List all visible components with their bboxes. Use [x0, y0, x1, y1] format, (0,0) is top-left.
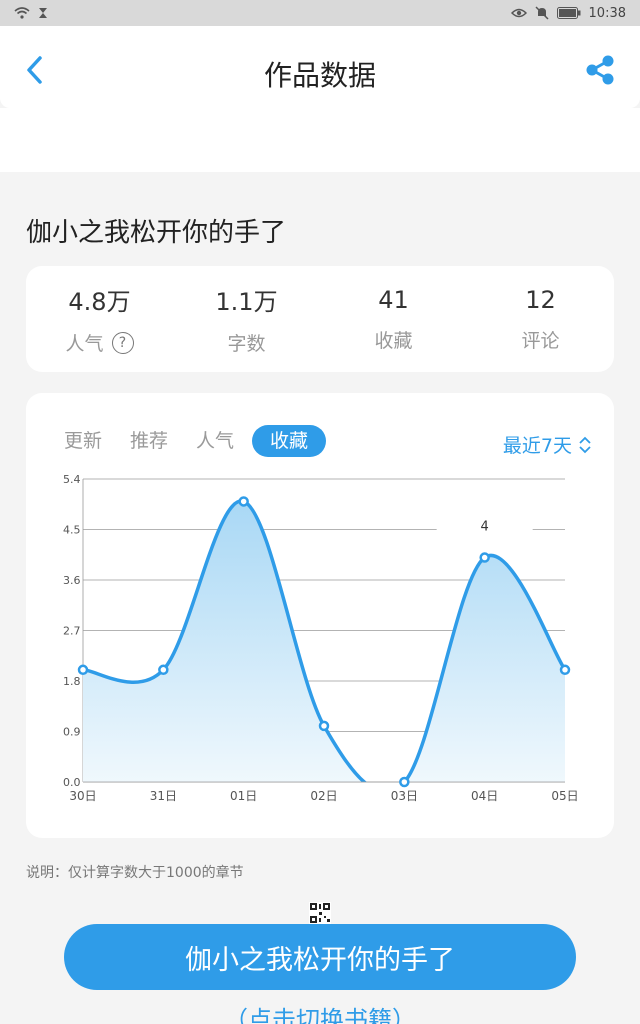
favorites-chart: 5.4 4.5 3.6 2.7 1.8 0.9 0.030日 31日 01日 02日 03日 04日 0… [63, 473, 579, 803]
y-tick-label: 0.9 [63, 726, 81, 739]
data-point [479, 552, 490, 563]
chart-tabs: 更新 推荐 人气 收藏 [54, 425, 327, 457]
y-tick-label: 5.4 [63, 473, 81, 486]
eye-icon [510, 8, 527, 18]
stat-label: 评论 [521, 329, 560, 352]
wifi-icon [14, 7, 30, 19]
work-title: 伽小之我松开你的手了 [26, 218, 287, 248]
tab-favorites[interactable]: 收藏 [252, 425, 327, 457]
stat-value: 12 [525, 285, 556, 314]
data-point [238, 496, 249, 507]
y-tick-label: 4.5 [63, 524, 81, 537]
share-button[interactable] [582, 52, 618, 88]
x-tick-label: 05日 [551, 789, 578, 803]
y-tick-label: 0.0 [63, 776, 81, 789]
sort-arrows-icon [579, 436, 591, 453]
stat-label: 人气 ? [65, 329, 134, 356]
chart-note: 说明：仅计算字数大于1000的章节 [26, 865, 244, 881]
x-tick-label: 04日 [471, 789, 498, 803]
range-label: 最近7天 [502, 435, 572, 457]
x-tick-label: 31日 [150, 789, 177, 803]
stat-value: 41 [378, 285, 409, 314]
stat-label: 字数 [227, 333, 266, 355]
status-bar: 10:38 [0, 0, 640, 26]
stat-popularity: 4.8万 人气 ? [26, 266, 173, 372]
y-tick-label: 1.8 [63, 675, 81, 688]
data-point [77, 664, 89, 676]
stats-card: 4.8万 人气 ? 1.1万 字数 41 收藏 12 评论 [26, 266, 614, 372]
stat-favorites: 41 收藏 [320, 266, 467, 372]
app-header: 作品数据 [0, 26, 640, 108]
share-icon [586, 55, 614, 85]
hourglass-icon [39, 8, 47, 18]
header-spacer [0, 108, 640, 172]
data-point [318, 720, 330, 732]
tab-updates[interactable]: 更新 [54, 425, 112, 457]
status-time: 10:38 [588, 5, 626, 21]
tab-recommend[interactable]: 推荐 [120, 425, 178, 457]
book-title-button[interactable]: 伽小之我松开你的手了 [64, 924, 576, 990]
qr-code-icon [309, 902, 331, 924]
battery-icon [556, 7, 581, 19]
stat-comments: 12 评论 [467, 266, 614, 372]
switch-book-link[interactable]: （点击切换书籍） [0, 1000, 640, 1024]
data-point [158, 664, 169, 676]
chart-card: 5.4 4.5 3.6 2.7 1.8 0.9 0.0 30日 31日 01日 02日 03日 04日 0… [26, 393, 614, 838]
y-tick-label: 2.7 [63, 625, 81, 638]
stat-word-count: 1.1万 字数 [173, 266, 320, 372]
range-select[interactable]: 最近7天 [503, 431, 592, 458]
page-title: 作品数据 [263, 59, 376, 92]
help-icon[interactable]: ? [111, 331, 134, 354]
data-point [559, 664, 571, 676]
y-tick-label: 3.6 [63, 574, 81, 587]
data-point [399, 776, 410, 788]
x-tick-label: 03日 [391, 789, 418, 803]
stat-label: 收藏 [374, 329, 413, 352]
x-tick-label: 01日 [230, 789, 257, 803]
mute-bell-icon [535, 6, 549, 20]
x-tick-label: 02日 [310, 789, 337, 803]
status-left [14, 7, 48, 19]
data-annotation: 4 [481, 520, 489, 535]
stat-value: 1.1万 [215, 288, 278, 316]
series-area [83, 501, 565, 782]
tab-popularity[interactable]: 人气 [186, 425, 244, 457]
stat-label-text: 人气 [65, 333, 104, 355]
status-right: 10:38 [510, 5, 626, 21]
stat-value: 4.8万 [68, 288, 131, 316]
x-tick-label: 30日 [69, 789, 96, 803]
